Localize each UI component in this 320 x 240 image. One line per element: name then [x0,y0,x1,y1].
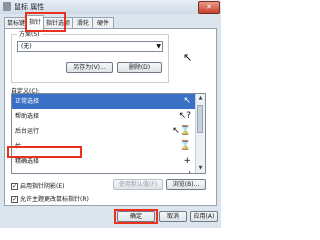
row-label: 精确选择 [15,158,40,165]
list-scrollbar[interactable]: ▲ ▼ [195,94,205,173]
row-label: 后台运行 [15,128,40,135]
scrollbar-thumb[interactable] [197,105,203,133]
chevron-down-icon: ▼ [156,43,161,50]
browse-button[interactable]: 浏览(B)... [166,179,206,190]
allow-themes-label: 允许主题更改鼠标指针(R) [20,196,89,203]
allow-themes-option[interactable]: ✓ 允许主题更改鼠标指针(R) [11,194,89,203]
hourglass-icon: ⌛ [179,141,191,151]
cancel-button[interactable]: 取消 [159,211,187,222]
window-title: 鼠标 属性 [14,3,45,11]
arrow-cursor-icon: ↖ [183,51,193,64]
help-cursor-icon: ↖? [178,111,191,121]
cursor-row-normal-select[interactable]: 正常选择 ↖ [12,94,197,109]
scroll-down-icon[interactable]: ▼ [196,164,205,173]
cursor-preview: ↖ [183,51,192,64]
cursor-list[interactable]: 正常选择 ↖ 帮助选择 ↖? 后台运行 ↖⌛ 忙 ⌛ 精确选择 + I [11,93,206,174]
pointer-shadow-label: 启用指针阴影(E) [20,183,65,190]
crosshair-icon: + [183,156,191,166]
pointers-panel: 方案(S) (无) ▼ 另存为(V)... 删除(D) ↖ 自定义(C): 正常… [4,28,217,206]
pointers-tab-highlight [25,12,66,32]
mouse-properties-window: 鼠标 属性 ✕ 鼠标键 指针 指针选项 滑轮 硬件 方案(S) (无) ▼ 另存… [0,0,221,228]
close-icon: ✕ [206,3,212,11]
save-as-button[interactable]: 另存为(V)... [66,62,113,73]
cursor-row-text-select[interactable]: I [12,169,197,173]
scroll-up-icon[interactable]: ▲ [196,94,205,103]
pointer-shadow-checkbox[interactable]: ✓ [11,183,18,190]
scheme-dropdown[interactable]: (无) ▼ [17,41,163,52]
close-button[interactable]: ✕ [198,1,220,14]
ok-button-highlight [114,209,158,224]
allow-themes-checkbox[interactable]: ✓ [11,196,18,203]
mouse-icon [3,2,11,11]
scheme-group: 方案(S) (无) ▼ 另存为(V)... 删除(D) [11,29,169,83]
text-cursor-icon: I [188,169,191,173]
busy-cursor-icon: ↖⌛ [172,126,191,136]
cursor-row-working-background[interactable]: 后台运行 ↖⌛ [12,124,197,139]
pointer-shadow-option[interactable]: ✓ 启用指针阴影(E) [11,181,64,190]
apply-button[interactable]: 应用(A) [190,211,218,222]
cursor-row-help-select[interactable]: 帮助选择 ↖? [12,109,197,124]
arrow-cursor-icon: ↖ [183,96,191,106]
scheme-value: (无) [21,43,32,50]
row-label: 帮助选择 [15,113,40,120]
row-label: 正常选择 [15,98,40,105]
use-default-button[interactable]: 使用默认值(F) [113,179,163,190]
delete-button[interactable]: 删除(D) [117,62,162,73]
shadow-option-highlight [7,146,82,158]
